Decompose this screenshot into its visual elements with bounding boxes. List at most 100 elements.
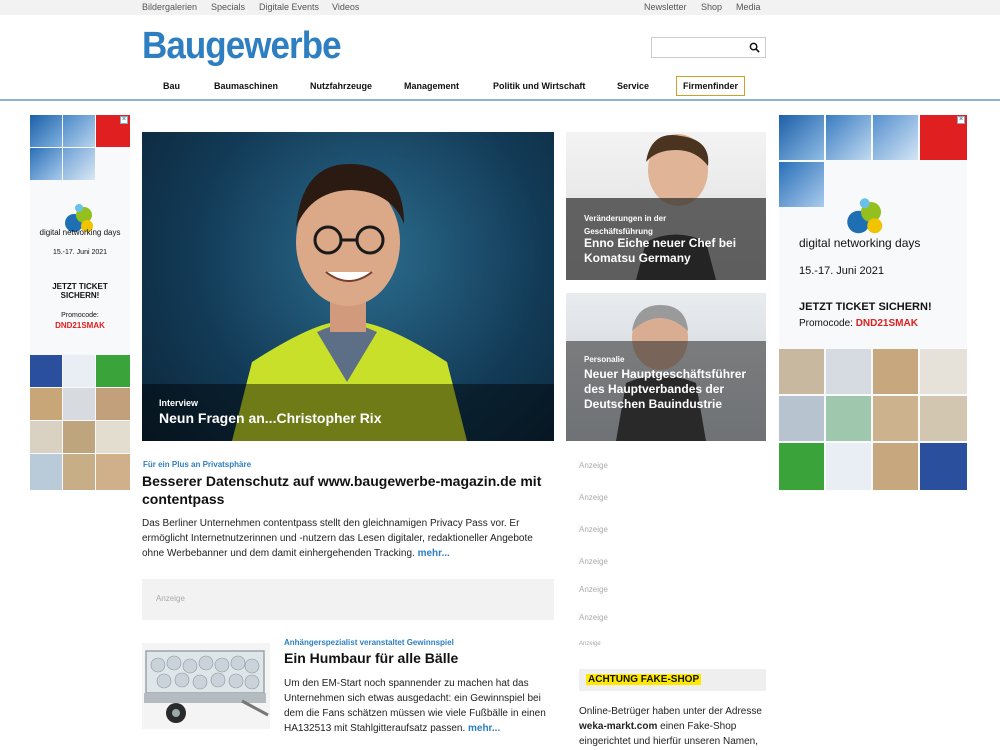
topbar-link-newsletter[interactable]: Newsletter (644, 2, 687, 12)
topbar-link-digitale-events[interactable]: Digitale Events (259, 2, 319, 12)
ad-image-tile (30, 355, 62, 387)
side-card-kicker: Veränderungen in der Geschäftsführung (584, 214, 667, 236)
dnd-logo-icon (847, 198, 883, 234)
ad-date: 15.-17. Juni 2021 (799, 265, 885, 277)
nav-item-politik-und-wirtschaft[interactable]: Politik und Wirtschaft (493, 81, 585, 91)
article-kicker: Für ein Plus an Privatsphäre (143, 460, 252, 469)
ad-image-tile (826, 443, 871, 490)
ad-image-tile (63, 388, 95, 420)
side-article-card[interactable]: Personalie Neuer Hauptgeschäftsführer de… (566, 293, 766, 441)
ad-image-tile (920, 349, 967, 394)
topbar-link-videos[interactable]: Videos (332, 2, 359, 12)
topbar-link-bildergalerien[interactable]: Bildergalerien (142, 2, 197, 12)
ad-image-tile (779, 396, 824, 441)
top-utility-bar: Bildergalerien Specials Digitale Events … (0, 0, 1000, 15)
ad-title: digital networking days (799, 236, 921, 250)
trailer-image (142, 643, 270, 729)
nav-item-service[interactable]: Service (617, 81, 649, 91)
main-navigation: Bau Baumaschinen Nutzfahrzeuge Managemen… (142, 76, 762, 96)
ad-image-tile (30, 454, 62, 490)
fake-shop-domain: weka-markt.com (579, 721, 658, 732)
search-input[interactable] (652, 39, 744, 58)
ad-close-icon[interactable]: × (120, 116, 128, 124)
search-box (651, 37, 766, 58)
side-card-title[interactable]: Enno Eiche neuer Chef bei Komatsu German… (584, 236, 764, 266)
fake-shop-title: ACHTUNG FAKE-SHOP (586, 674, 702, 685)
ad-label: Anzeige (579, 585, 608, 594)
topbar-link-specials[interactable]: Specials (211, 2, 245, 12)
ad-image-tile (96, 421, 130, 453)
ad-promo-label: Promocode: (61, 312, 99, 319)
inline-ad-slot: Anzeige (142, 579, 554, 620)
ad-image-tile (63, 115, 95, 147)
ad-image-tile (826, 349, 871, 394)
ad-promo-label: Promocode: (799, 318, 853, 329)
hero-title[interactable]: Neun Fragen an...Christopher Rix (159, 410, 381, 426)
ad-title: digital networking days (39, 228, 121, 237)
nav-item-management[interactable]: Management (404, 81, 459, 91)
nav-item-bau[interactable]: Bau (163, 81, 180, 91)
topbar-link-shop[interactable]: Shop (701, 2, 722, 12)
ad-image-tile (920, 443, 967, 490)
left-skyscraper-ad[interactable]: × digital networking days 15.-17. Juni 2… (30, 115, 130, 490)
ad-image-tile (779, 115, 824, 160)
right-skyscraper-ad[interactable]: × digital networking days 15.-17. Juni 2… (779, 115, 967, 490)
ad-image-tile (826, 115, 871, 160)
nav-item-nutzfahrzeuge[interactable]: Nutzfahrzeuge (310, 81, 372, 91)
ad-image-tile (30, 421, 62, 453)
article-kicker: Anhängerspezialist veranstaltet Gewinnsp… (284, 638, 454, 647)
article-teaser-text: Um den EM-Start noch spannender zu mache… (284, 678, 546, 734)
article-teaser: Um den EM-Start noch spannender zu mache… (284, 676, 552, 736)
ad-image-tile (63, 355, 95, 387)
side-card-kicker: Personalie (584, 355, 625, 364)
ad-image-tile (30, 388, 62, 420)
ad-image-tile (920, 396, 967, 441)
site-logo[interactable]: Baugewerbe (142, 25, 342, 67)
nav-item-firmenfinder[interactable]: Firmenfinder (676, 76, 746, 96)
ad-image-tile (873, 115, 918, 160)
hero-kicker: Interview (159, 398, 199, 408)
ad-promo-code: DND21SMAK (55, 321, 105, 330)
ad-image-tile (96, 454, 130, 490)
ad-image-tile (63, 454, 95, 490)
read-more-link[interactable]: mehr... (468, 723, 500, 734)
ad-label: Anzeige (156, 594, 185, 603)
topbar-link-media[interactable]: Media (736, 2, 761, 12)
ad-image-tile (63, 421, 95, 453)
ad-image-tile (63, 148, 95, 180)
ad-label: Anzeige (579, 641, 601, 647)
article-title[interactable]: Ein Humbaur für alle Bälle (284, 650, 458, 666)
ad-image-tile (96, 388, 130, 420)
read-more-link[interactable]: mehr... (418, 548, 450, 559)
ad-image-tile (779, 349, 824, 394)
ad-close-icon[interactable]: × (957, 116, 965, 124)
ad-label: Anzeige (579, 461, 608, 470)
fake-shop-notice-header: ACHTUNG FAKE-SHOP (579, 669, 766, 691)
article-teaser-text: Das Berliner Unternehmen contentpass ste… (142, 518, 533, 559)
article-title[interactable]: Besserer Datenschutz auf www.baugewerbe-… (142, 472, 557, 508)
ad-image-tile (826, 396, 871, 441)
ad-image-tile (30, 115, 62, 147)
ad-image-tile (96, 355, 130, 387)
search-icon[interactable] (749, 42, 760, 53)
ad-image-tile (873, 396, 918, 441)
ad-label: Anzeige (579, 525, 608, 534)
article-teaser: Das Berliner Unternehmen contentpass ste… (142, 516, 540, 561)
ad-image-tile (779, 443, 824, 490)
ad-image-tile (30, 148, 62, 180)
ad-date: 15.-17. Juni 2021 (52, 249, 108, 256)
ad-image-tile (779, 162, 824, 207)
hero-article[interactable]: Interview Neun Fragen an...Christopher R… (142, 132, 554, 441)
ad-promo-code: DND21SMAK (855, 318, 918, 329)
fake-shop-text: Online-Betrüger haben unter der Adresse … (579, 704, 769, 749)
ad-promo-line: Promocode: DND21SMAK (799, 318, 918, 329)
nav-item-baumaschinen[interactable]: Baumaschinen (214, 81, 278, 91)
ad-cta: JETZT TICKET SICHERN! (799, 301, 932, 313)
side-article-card[interactable]: Veränderungen in der Geschäftsführung En… (566, 132, 766, 280)
ad-cta: JETZT TICKET SICHERN! (52, 282, 108, 300)
ad-label: Anzeige (579, 493, 608, 502)
nav-divider (0, 99, 1000, 101)
side-card-title[interactable]: Neuer Hauptgeschäftsführer des Hauptverb… (584, 367, 764, 412)
ad-image-tile (873, 349, 918, 394)
ad-label: Anzeige (579, 557, 608, 566)
